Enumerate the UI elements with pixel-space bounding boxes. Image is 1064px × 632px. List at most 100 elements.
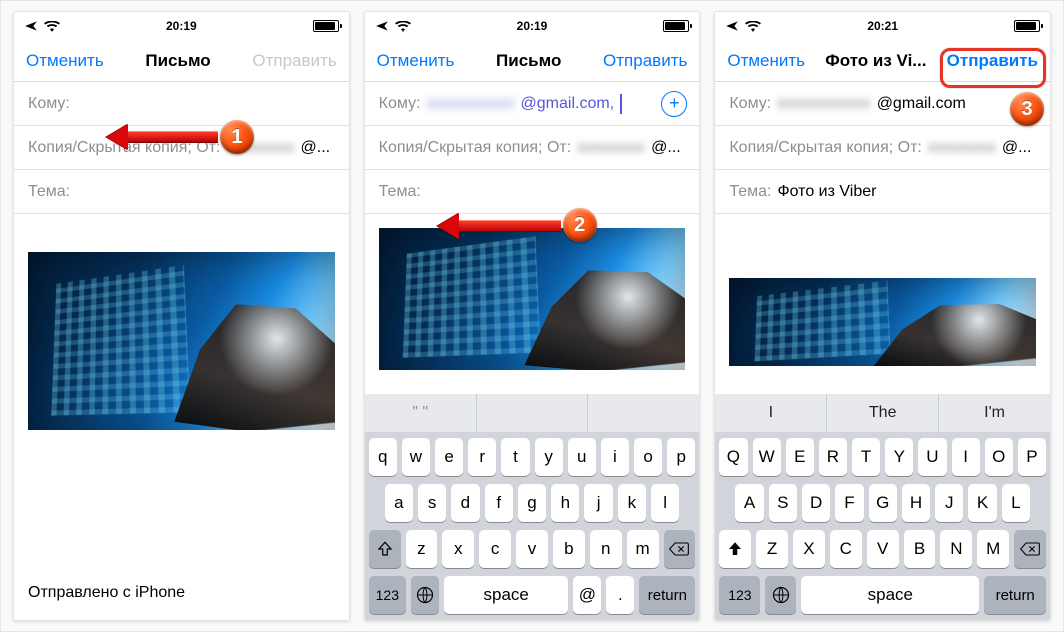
to-label: Кому: — [729, 95, 771, 113]
cancel-button[interactable]: Отменить — [727, 51, 805, 71]
key-i[interactable]: I — [952, 438, 980, 476]
key-v[interactable]: v — [516, 530, 548, 568]
key-g[interactable]: G — [869, 484, 897, 522]
message-body[interactable] — [715, 214, 1050, 278]
key-f[interactable]: f — [485, 484, 513, 522]
key-w[interactable]: w — [402, 438, 430, 476]
key-d[interactable]: D — [802, 484, 830, 522]
suggestion[interactable]: The — [827, 394, 939, 432]
key-z[interactable]: Z — [756, 530, 788, 568]
key-h[interactable]: h — [551, 484, 579, 522]
subject-field[interactable]: Тема: — [14, 170, 349, 214]
space-key[interactable]: space — [801, 576, 979, 614]
cc-field[interactable]: Копия/Скрытая копия; От: xxxxxxxx@... — [715, 126, 1050, 170]
key-k[interactable]: k — [618, 484, 646, 522]
key-t[interactable]: t — [501, 438, 529, 476]
key-c[interactable]: c — [479, 530, 511, 568]
to-field[interactable]: Кому: xxxxxxxxxxx@gmail.com, + — [365, 82, 700, 126]
key-a[interactable]: A — [735, 484, 763, 522]
key-v[interactable]: V — [867, 530, 899, 568]
annotation-arrow-1 — [106, 128, 218, 146]
key-n[interactable]: N — [940, 530, 972, 568]
return-key[interactable]: return — [984, 576, 1046, 614]
backspace-key[interactable] — [664, 530, 696, 568]
nav-bar: Отменить Письмо Отправить — [365, 40, 700, 82]
key-f[interactable]: F — [835, 484, 863, 522]
key-x[interactable]: X — [793, 530, 825, 568]
key-r[interactable]: R — [819, 438, 847, 476]
return-key[interactable]: return — [639, 576, 695, 614]
cc-label: Копия/Скрытая копия; От: — [729, 139, 922, 157]
key-u[interactable]: U — [918, 438, 946, 476]
key-s[interactable]: S — [769, 484, 797, 522]
shift-key-active[interactable] — [719, 530, 751, 568]
key-c[interactable]: C — [830, 530, 862, 568]
key-b[interactable]: b — [553, 530, 585, 568]
key-s[interactable]: s — [418, 484, 446, 522]
cancel-button[interactable]: Отменить — [26, 51, 104, 71]
subject-field[interactable]: Тема: Фото из Viber — [715, 170, 1050, 214]
space-key[interactable]: space — [444, 576, 568, 614]
suggestion[interactable]: " " — [365, 394, 477, 432]
to-field[interactable]: Кому: — [14, 82, 349, 126]
key-y[interactable]: Y — [885, 438, 913, 476]
key-o[interactable]: o — [634, 438, 662, 476]
numbers-key[interactable]: 123 — [369, 576, 406, 614]
send-button[interactable]: Отправить — [603, 51, 687, 71]
suggestion[interactable] — [477, 394, 589, 432]
suggestion[interactable]: I'm — [939, 394, 1050, 432]
to-label: Кому: — [379, 95, 421, 113]
numbers-key[interactable]: 123 — [719, 576, 760, 614]
key-j[interactable]: j — [584, 484, 612, 522]
key-u[interactable]: u — [568, 438, 596, 476]
globe-key[interactable] — [765, 576, 796, 614]
message-body[interactable]: Отправлено с iPhone — [14, 214, 349, 620]
key-a[interactable]: a — [385, 484, 413, 522]
message-body[interactable] — [365, 214, 700, 394]
clock: 20:19 — [517, 19, 548, 33]
key-z[interactable]: z — [406, 530, 438, 568]
annotation-badge-3: 3 — [1010, 92, 1044, 126]
key-g[interactable]: g — [518, 484, 546, 522]
shift-key[interactable] — [369, 530, 401, 568]
key-e[interactable]: e — [435, 438, 463, 476]
to-field[interactable]: Кому: xxxxxxxxxxx@gmail.com — [715, 82, 1050, 126]
key-x[interactable]: x — [442, 530, 474, 568]
key-n[interactable]: n — [590, 530, 622, 568]
to-value-blurred: xxxxxxxxxxx — [427, 95, 515, 113]
key-q[interactable]: q — [369, 438, 397, 476]
key-e[interactable]: E — [786, 438, 814, 476]
key-d[interactable]: d — [451, 484, 479, 522]
key-y[interactable]: y — [535, 438, 563, 476]
subject-field[interactable]: Тема: — [365, 170, 700, 214]
key-r[interactable]: r — [468, 438, 496, 476]
key-k[interactable]: K — [968, 484, 996, 522]
key-p[interactable]: p — [667, 438, 695, 476]
key-m[interactable]: M — [977, 530, 1009, 568]
key-p[interactable]: P — [1018, 438, 1046, 476]
key-h[interactable]: H — [902, 484, 930, 522]
cancel-button[interactable]: Отменить — [377, 51, 455, 71]
globe-key[interactable] — [411, 576, 439, 614]
keyboard: " " qwertyuiop asdfghjkl zxcvbnm 123 spa… — [365, 394, 700, 620]
at-key[interactable]: @ — [573, 576, 601, 614]
key-b[interactable]: B — [904, 530, 936, 568]
key-t[interactable]: T — [852, 438, 880, 476]
dot-key[interactable]: . — [606, 576, 634, 614]
key-l[interactable]: l — [651, 484, 679, 522]
from-tail: @... — [301, 139, 331, 157]
suggestion[interactable]: I — [715, 394, 827, 432]
key-o[interactable]: O — [985, 438, 1013, 476]
key-w[interactable]: W — [753, 438, 781, 476]
add-contact-button[interactable]: + — [661, 91, 687, 117]
phone-screen-3: 20:21 Отменить Фото из Vi... Отправить К… — [714, 11, 1051, 621]
cc-field[interactable]: Копия/Скрытая копия; От: xxxxxxxx@... — [365, 126, 700, 170]
key-l[interactable]: L — [1002, 484, 1030, 522]
backspace-key[interactable] — [1014, 530, 1046, 568]
key-q[interactable]: Q — [719, 438, 747, 476]
key-j[interactable]: J — [935, 484, 963, 522]
key-m[interactable]: m — [627, 530, 659, 568]
key-i[interactable]: i — [601, 438, 629, 476]
airplane-mode-icon — [725, 19, 739, 33]
suggestion[interactable] — [588, 394, 699, 432]
